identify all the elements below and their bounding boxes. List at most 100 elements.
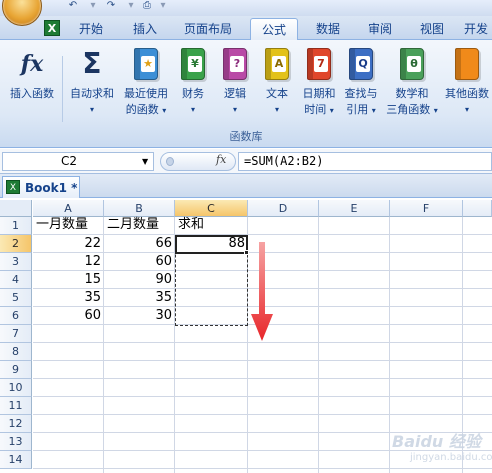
recently-used-label-1: 最近使用 (124, 87, 168, 100)
column-header-f[interactable]: F (390, 200, 463, 217)
gridline (33, 414, 492, 415)
gridline (33, 342, 492, 343)
customize-toolbar-icon[interactable]: ▾ (156, 0, 170, 12)
row-header-1[interactable]: 1 (0, 217, 32, 235)
row-header-4[interactable]: 4 (0, 271, 32, 289)
cell-c1[interactable]: 求和 (175, 216, 248, 234)
column-header-b[interactable]: B (104, 200, 175, 217)
recently-used-button[interactable]: ★ 最近使用 的函数 ▾ (120, 48, 172, 119)
grip-icon (166, 157, 174, 166)
separator (62, 56, 63, 122)
cell-b5[interactable]: 35 (104, 289, 175, 307)
lookup-reference-button[interactable]: Q 查找与 引用 ▾ (340, 48, 382, 119)
tab-review[interactable]: 审阅 (358, 18, 402, 40)
print-preview-icon[interactable]: ⎙ (140, 0, 154, 12)
insert-function-button[interactable]: fx 插入函数 (4, 48, 60, 102)
down-arrow-annotation-icon (251, 242, 273, 341)
gridline (389, 217, 390, 473)
column-header-c[interactable]: C (175, 200, 248, 217)
tab-formulas[interactable]: 公式 (250, 18, 298, 41)
date-time-label-1: 日期和 (302, 87, 336, 100)
cell-a4[interactable]: 15 (33, 271, 104, 289)
excel-icon: X (44, 20, 60, 36)
dropdown-arrow-icon[interactable]: ▾ (86, 0, 100, 12)
column-header-d[interactable]: D (248, 200, 319, 217)
row-header-11[interactable]: 11 (0, 397, 32, 415)
cell-a6[interactable]: 60 (33, 307, 104, 325)
redo-icon[interactable]: ↷ (104, 0, 118, 12)
insert-function-label: 插入函数 (10, 87, 54, 100)
cell-a1[interactable]: 一月数量 (33, 216, 104, 234)
watermark-logo: Baidu 经验 (392, 432, 481, 451)
date-book-icon: 7 (307, 48, 331, 80)
row-header-7[interactable]: 7 (0, 325, 32, 343)
text-book-icon: A (265, 48, 289, 80)
function-library-group-label: 函数库 (229, 130, 263, 143)
gridline (318, 217, 319, 473)
more-functions-book-icon (455, 48, 479, 80)
gridline (33, 396, 492, 397)
cell-a5[interactable]: 35 (33, 289, 104, 307)
row-header-14[interactable]: 14 (0, 451, 32, 469)
autosum-label: 自动求和 (70, 87, 114, 100)
date-time-label-2: 时间 ▾ (304, 103, 334, 116)
lookup-book-icon: Q (349, 48, 373, 80)
undo-icon[interactable]: ↶ (66, 0, 80, 12)
formula-input[interactable]: =SUM(A2:B2) (238, 152, 492, 171)
row-header-5[interactable]: 5 (0, 289, 32, 307)
lookup-label-1: 查找与 (344, 87, 378, 100)
cell-b3[interactable]: 60 (104, 253, 175, 271)
financial-button[interactable]: ¥ 财务 ▾ (174, 48, 212, 118)
row-header-2[interactable]: 2 (0, 235, 32, 253)
dropdown-arrow-icon[interactable]: ▾ (124, 0, 138, 12)
date-time-button[interactable]: 7 日期和 时间 ▾ (298, 48, 340, 119)
recently-used-label-2: 的函数 ▾ (125, 103, 167, 116)
math-trig-label-1: 数学和 (395, 87, 429, 100)
text-label: 文本 (266, 87, 288, 100)
math-book-icon: θ (400, 48, 424, 80)
row-header-6[interactable]: 6 (0, 307, 32, 325)
row-header-9[interactable]: 9 (0, 361, 32, 379)
cell-b4[interactable]: 90 (104, 271, 175, 289)
cell-b2[interactable]: 66 (104, 235, 175, 253)
autosum-button[interactable]: Σ 自动求和 ▾ (66, 48, 118, 118)
insert-function-fx-icon[interactable]: fx (216, 153, 226, 166)
row-header-3[interactable]: 3 (0, 253, 32, 271)
cell-b6[interactable]: 30 (104, 307, 175, 325)
name-box[interactable]: C2 (2, 152, 154, 171)
active-cell-outline (175, 235, 248, 254)
math-trig-button[interactable]: θ 数学和 三角函数 ▾ (384, 48, 440, 119)
gridline (33, 360, 492, 361)
text-button[interactable]: A 文本 ▾ (258, 48, 296, 118)
tab-page-layout[interactable]: 页面布局 (176, 18, 240, 40)
tab-home[interactable]: 开始 (68, 18, 114, 40)
row-header-10[interactable]: 10 (0, 379, 32, 397)
row-header-13[interactable]: 13 (0, 433, 32, 451)
cell-a2[interactable]: 22 (33, 235, 104, 253)
watermark-url: jingyan.baidu.com (410, 452, 492, 463)
row-header-8[interactable]: 8 (0, 343, 32, 361)
tab-view[interactable]: 视图 (410, 18, 454, 40)
column-header-g[interactable] (463, 200, 492, 217)
column-header-e[interactable]: E (319, 200, 390, 217)
tab-data[interactable]: 数据 (306, 18, 350, 40)
dropdown-arrow-icon: ▾ (274, 105, 279, 114)
row-header-12[interactable]: 12 (0, 415, 32, 433)
dropdown-arrow-icon: ▾ (190, 105, 195, 114)
name-box-dropdown-icon[interactable]: ▼ (142, 152, 154, 171)
more-functions-label: 其他函数 (445, 87, 489, 100)
tab-insert[interactable]: 插入 (122, 18, 168, 40)
fx-icon: fx (20, 51, 44, 77)
tab-developer[interactable]: 开发 (464, 18, 492, 40)
recent-book-icon: ★ (134, 48, 158, 80)
gridline (33, 378, 492, 379)
cell-b1[interactable]: 二月数量 (104, 216, 175, 234)
financial-label: 财务 (182, 87, 204, 100)
finance-book-icon: ¥ (181, 48, 205, 80)
more-functions-button[interactable]: 其他函数 ▾ (442, 48, 492, 118)
logical-button[interactable]: ? 逻辑 ▾ (216, 48, 254, 118)
dropdown-arrow-icon: ▾ (89, 105, 94, 114)
select-all-corner[interactable] (0, 200, 32, 217)
cell-a3[interactable]: 12 (33, 253, 104, 271)
column-header-a[interactable]: A (33, 200, 104, 217)
